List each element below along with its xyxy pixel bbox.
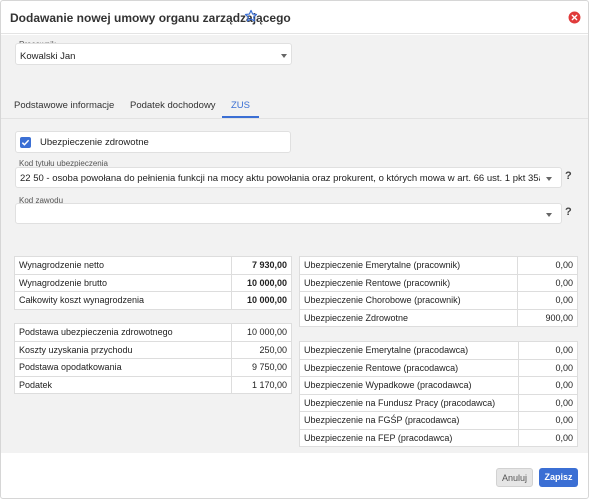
table-row: Całkowity koszt wynagrodzenia 10 000,00 xyxy=(13,291,292,310)
profession-code-select[interactable] xyxy=(15,203,562,224)
row-label: Podstawa opodatkowania xyxy=(13,358,233,377)
row-value: 9 750,00 xyxy=(231,358,292,377)
row-label: Ubezpieczenie na FEP (pracodawca) xyxy=(299,428,519,447)
row-value: 10 000,00 xyxy=(231,291,292,310)
table-row: Ubezpieczenie Emerytalne (pracodawca) 0,0… xyxy=(299,341,579,360)
row-value: 0,00 xyxy=(517,256,578,275)
row-label: Ubezpieczenie Zdrowotne xyxy=(298,308,519,327)
employee-value: Kowalski Jan xyxy=(20,51,76,62)
row-label: Wynagrodzenie brutto xyxy=(13,273,233,292)
health-insurance-label: Ubezpieczenie zdrowotne xyxy=(40,137,149,148)
chevron-down-icon xyxy=(546,213,552,217)
salary-summary-table: Wynagrodzenie netto 7 930,00 Wynagrodzeni… xyxy=(13,256,292,310)
table-row: Wynagrodzenie brutto 10 000,00 xyxy=(13,273,292,292)
chevron-down-icon xyxy=(546,177,552,181)
row-label: Ubezpieczenie Emerytalne (pracownik) xyxy=(298,256,519,275)
table-row: Podstawa opodatkowania 9 750,00 xyxy=(13,358,292,377)
row-label: Podatek xyxy=(13,375,233,394)
table-row: Podatek 1 170,00 xyxy=(13,375,292,394)
insurance-code-select[interactable]: 22 50 - osoba powołana do pełnienia funk… xyxy=(15,167,562,188)
table-row: Ubezpieczenie na Fundusz Pracy (pracodaw… xyxy=(299,393,579,412)
row-label: Ubezpieczenie Emerytalne (pracodawca) xyxy=(299,341,519,360)
row-value: 1 170,00 xyxy=(231,375,292,394)
table-row: Ubezpieczenie Zdrowotne 900,00 xyxy=(298,308,578,327)
table-row: Ubezpieczenie na FGŚP (pracodawca) 0,00 xyxy=(299,411,579,430)
star-icon[interactable] xyxy=(244,9,258,23)
close-icon[interactable] xyxy=(568,11,581,24)
tab-income-tax[interactable]: Podatek dochodowy xyxy=(130,100,216,111)
row-value: 10 000,00 xyxy=(231,273,292,292)
row-label: Koszty uzyskania przychodu xyxy=(13,340,233,359)
dialog: Dodawanie nowej umowy organu zarządzając… xyxy=(0,0,589,499)
row-label: Wynagrodzenie netto xyxy=(13,256,233,275)
row-value: 0,00 xyxy=(517,393,579,412)
save-button[interactable]: Zapisz xyxy=(539,468,578,487)
row-value: 250,00 xyxy=(231,340,292,359)
tab-basic-info[interactable]: Podstawowe informacje xyxy=(14,100,114,111)
row-label: Całkowity koszt wynagrodzenia xyxy=(13,291,233,310)
row-label: Ubezpieczenie Chorobowe (pracownik) xyxy=(298,291,519,310)
table-row: Koszty uzyskania przychodu 250,00 xyxy=(13,340,292,359)
row-label: Ubezpieczenie na FGŚP (pracodawca) xyxy=(299,411,519,430)
chevron-down-icon xyxy=(281,54,287,58)
table-row: Wynagrodzenie netto 7 930,00 xyxy=(13,256,292,275)
row-value: 0,00 xyxy=(517,291,578,310)
row-label: Ubezpieczenie na Fundusz Pracy (pracodaw… xyxy=(299,393,519,412)
table-row: Ubezpieczenie Rentowe (pracownik) 0,00 xyxy=(298,273,578,292)
table-row: Ubezpieczenie Emerytalne (pracownik) 0,00 xyxy=(298,256,578,275)
row-value: 7 930,00 xyxy=(231,256,292,275)
tax-base-table: Podstawa ubezpieczenia zdrowotnego 10 000… xyxy=(13,323,292,394)
dialog-header: Dodawanie nowej umowy organu zarządzając… xyxy=(1,1,588,34)
employee-select[interactable]: Kowalski Jan xyxy=(15,43,292,65)
table-row: Ubezpieczenie Chorobowe (pracownik) 0,00 xyxy=(298,291,578,310)
row-label: Podstawa ubezpieczenia zdrowotnego xyxy=(13,323,233,342)
table-row: Podstawa ubezpieczenia zdrowotnego 10 000… xyxy=(13,323,292,342)
tab-zus[interactable]: ZUS xyxy=(231,100,250,111)
row-value: 900,00 xyxy=(517,308,578,327)
insurance-code-help-icon[interactable]: ? xyxy=(565,170,572,182)
health-insurance-checkbox-row[interactable]: Ubezpieczenie zdrowotne xyxy=(15,131,291,153)
table-row: Ubezpieczenie na FEP (pracodawca) 0,00 xyxy=(299,428,579,447)
check-icon xyxy=(21,139,30,146)
row-value: 0,00 xyxy=(517,376,579,395)
employee-contributions-table: Ubezpieczenie Emerytalne (pracownik) 0,00… xyxy=(298,256,578,327)
employer-contributions-table: Ubezpieczenie Emerytalne (pracodawca) 0,0… xyxy=(299,341,579,447)
table-row: Ubezpieczenie Rentowe (pracodawca) 0,00 xyxy=(299,358,579,377)
profession-code-help-icon[interactable]: ? xyxy=(565,206,572,218)
row-value: 0,00 xyxy=(517,358,579,377)
row-value: 0,00 xyxy=(517,273,578,292)
health-insurance-checkbox[interactable] xyxy=(20,137,31,148)
active-tab-indicator xyxy=(222,116,259,118)
row-value: 0,00 xyxy=(517,428,579,447)
insurance-code-value: 22 50 - osoba powołana do pełnienia funk… xyxy=(20,173,540,184)
row-label: Ubezpieczenie Rentowe (pracownik) xyxy=(298,273,519,292)
row-value: 10 000,00 xyxy=(231,323,292,342)
tab-bar: Podstawowe informacje Podatek dochodowy … xyxy=(1,93,588,119)
cancel-button[interactable]: Anuluj xyxy=(496,468,533,487)
table-row: Ubezpieczenie Wypadkowe (pracodawca) 0,00 xyxy=(299,376,579,395)
row-value: 0,00 xyxy=(517,341,579,360)
row-value: 0,00 xyxy=(517,411,579,430)
row-label: Ubezpieczenie Rentowe (pracodawca) xyxy=(299,358,519,377)
row-label: Ubezpieczenie Wypadkowe (pracodawca) xyxy=(299,376,519,395)
